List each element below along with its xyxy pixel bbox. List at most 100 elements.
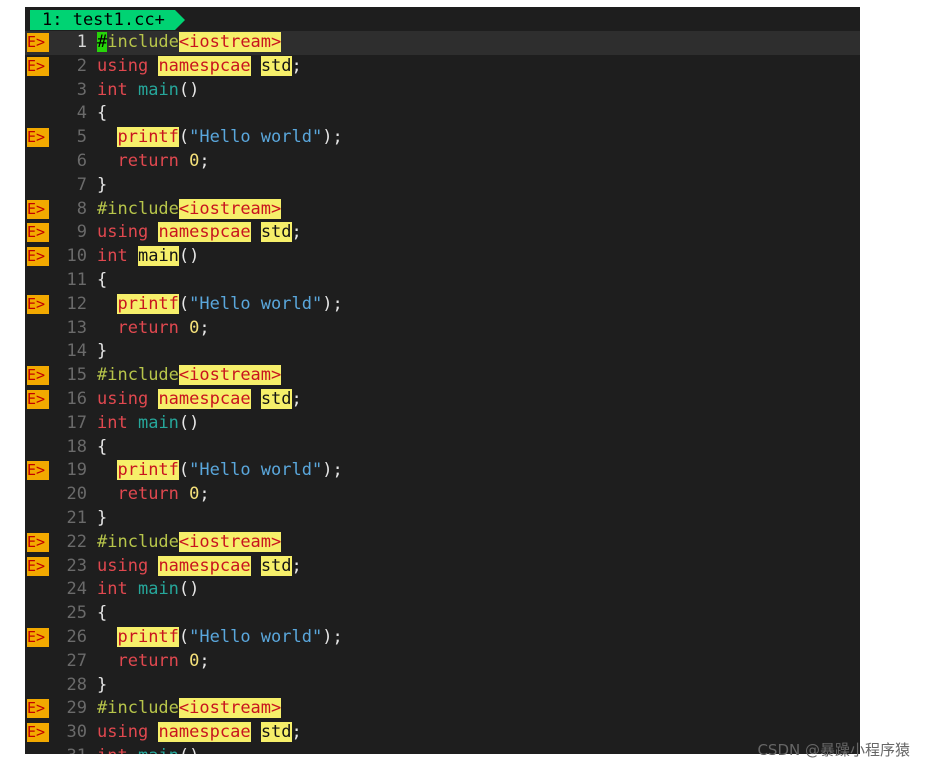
line-number: 28 xyxy=(66,674,87,695)
code-line[interactable]: E> 29 #include<iostream> xyxy=(25,697,860,721)
code-text[interactable]: } xyxy=(97,674,107,698)
code-text[interactable]: using namespcae std; xyxy=(97,388,302,412)
semicolon: ; xyxy=(291,722,302,743)
code-line[interactable]: E> 1 #include<iostream> xyxy=(25,31,860,55)
code-line[interactable]: E> 12 printf("Hello world"); xyxy=(25,293,860,317)
code-text[interactable]: #include<iostream> xyxy=(97,364,282,388)
code-text[interactable]: #include<iostream> xyxy=(97,697,282,721)
code-text[interactable]: } xyxy=(97,174,107,198)
namespace-error: namespcae xyxy=(158,55,251,76)
error-sign-icon[interactable]: E> xyxy=(27,199,49,219)
code-line[interactable]: 18 { xyxy=(25,436,860,460)
code-text[interactable]: #include<iostream> xyxy=(97,531,282,555)
error-sign-icon[interactable]: E> xyxy=(27,294,49,314)
code-line[interactable]: 7} xyxy=(25,174,860,198)
error-sign-icon[interactable]: E> xyxy=(27,366,49,386)
error-sign-icon[interactable]: E> xyxy=(27,723,49,743)
code-text[interactable]: int main() xyxy=(97,745,199,754)
code-line[interactable]: 28} xyxy=(25,674,860,698)
line-number: 21 xyxy=(66,507,87,528)
code-line[interactable]: E> 2 using namespcae std; xyxy=(25,55,860,79)
code-text[interactable]: return 0; xyxy=(97,317,209,341)
code-line[interactable]: 11 { xyxy=(25,269,860,293)
error-sign-icon[interactable]: E> xyxy=(27,56,49,76)
code-text[interactable]: #include<iostream> xyxy=(97,198,282,222)
code-line[interactable]: E> 22 #include<iostream> xyxy=(25,531,860,555)
code-line[interactable]: E> 9 using namespcae std; xyxy=(25,221,860,245)
code-line[interactable]: E> 16 using namespcae std; xyxy=(25,388,860,412)
code-text[interactable]: int main() xyxy=(97,412,199,436)
code-text[interactable]: { xyxy=(97,269,107,293)
semicolon: ; xyxy=(291,222,302,243)
code-text[interactable]: using namespcae std; xyxy=(97,221,302,245)
code-line[interactable]: E> 5 printf("Hello world"); xyxy=(25,126,860,150)
code-text[interactable]: printf("Hello world"); xyxy=(97,459,343,483)
code-text[interactable]: printf("Hello world"); xyxy=(97,126,343,150)
error-sign-icon[interactable]: E> xyxy=(27,699,49,719)
watermark: CSDN @暴躁小程序猿 xyxy=(757,741,910,759)
code-text[interactable]: printf("Hello world"); xyxy=(97,626,343,650)
code-line[interactable]: E> 15 #include<iostream> xyxy=(25,364,860,388)
code-line[interactable]: E> 23 using namespcae std; xyxy=(25,555,860,579)
open-brace: { xyxy=(97,103,108,124)
code-line[interactable]: 13 return 0; xyxy=(25,317,860,341)
preprocessor-include: include xyxy=(107,531,179,552)
code-line[interactable]: E> 10 int main() xyxy=(25,245,860,269)
code-text[interactable]: } xyxy=(97,507,107,531)
error-sign-icon[interactable]: E> xyxy=(27,461,49,481)
code-line[interactable]: E> 19 printf("Hello world"); xyxy=(25,459,860,483)
code-line[interactable]: 31 int main() xyxy=(25,745,860,754)
code-text[interactable]: { xyxy=(97,602,107,626)
string-literal: "Hello world" xyxy=(189,626,323,647)
code-line[interactable]: 14} xyxy=(25,340,860,364)
editor-buffer[interactable]: E> 1 #include<iostream> E> 2 using namespcae … xyxy=(25,31,860,754)
code-text[interactable]: int main() xyxy=(97,245,199,269)
error-sign-icon[interactable]: E> xyxy=(27,627,49,647)
error-sign-icon[interactable]: E> xyxy=(27,532,49,552)
code-line[interactable]: E> 8 #include<iostream> xyxy=(25,198,860,222)
code-text[interactable]: printf("Hello world"); xyxy=(97,293,343,317)
line-number: 16 xyxy=(66,388,87,409)
code-line[interactable]: 17 int main() xyxy=(25,412,860,436)
error-sign-icon[interactable]: E> xyxy=(27,223,49,243)
code-text[interactable]: int main() xyxy=(97,79,199,103)
code-text[interactable]: int main() xyxy=(97,578,199,602)
code-line[interactable]: 21} xyxy=(25,507,860,531)
buffer-tab[interactable]: 1: test1.cc+ xyxy=(30,10,175,30)
error-sign-icon[interactable]: E> xyxy=(27,556,49,576)
std-identifier-error: std xyxy=(260,222,292,243)
code-text[interactable]: using namespcae std; xyxy=(97,555,302,579)
code-text[interactable]: return 0; xyxy=(97,650,210,674)
code-line[interactable]: 24 int main() xyxy=(25,578,860,602)
code-text[interactable]: { xyxy=(97,102,107,126)
semicolon: ; xyxy=(199,650,210,671)
code-text[interactable]: using namespcae std; xyxy=(97,721,302,745)
code-text[interactable]: { xyxy=(97,436,107,460)
printf-error: printf xyxy=(117,460,179,481)
line-number: 3 xyxy=(76,79,87,100)
code-text[interactable]: #include<iostream> xyxy=(97,31,282,55)
error-sign-icon[interactable]: E> xyxy=(27,389,49,409)
code-line[interactable]: 20 return 0; xyxy=(25,483,860,507)
vim-terminal-window[interactable]: 1: test1.cc+ E> 1 #include<iostream> E> 2 usi… xyxy=(25,7,860,754)
error-sign-icon[interactable]: E> xyxy=(27,128,49,148)
code-line[interactable]: E> 30 using namespcae std; xyxy=(25,721,860,745)
code-text[interactable]: return 0; xyxy=(97,483,209,507)
error-sign-icon[interactable]: E> xyxy=(27,247,49,267)
preprocessor-hash: # xyxy=(97,198,108,219)
code-line[interactable]: 27 return 0; xyxy=(25,650,860,674)
code-line[interactable]: 25 { xyxy=(25,602,860,626)
code-line[interactable]: 3 int main() xyxy=(25,79,860,103)
keyword-using: using xyxy=(97,555,149,576)
error-sign-icon[interactable]: E> xyxy=(27,33,49,52)
close-brace: } xyxy=(97,341,108,362)
code-line[interactable]: 6 return 0; xyxy=(25,150,860,174)
preprocessor-hash: # xyxy=(97,32,108,52)
code-text[interactable]: using namespcae std; xyxy=(97,55,302,79)
code-line[interactable]: 4{ xyxy=(25,102,860,126)
code-line[interactable]: E> 26 printf("Hello world"); xyxy=(25,626,860,650)
include-header-error: <iostream> xyxy=(178,32,282,52)
code-text[interactable]: } xyxy=(97,340,107,364)
code-text[interactable]: return 0; xyxy=(97,150,209,174)
line-number: 6 xyxy=(76,150,87,171)
